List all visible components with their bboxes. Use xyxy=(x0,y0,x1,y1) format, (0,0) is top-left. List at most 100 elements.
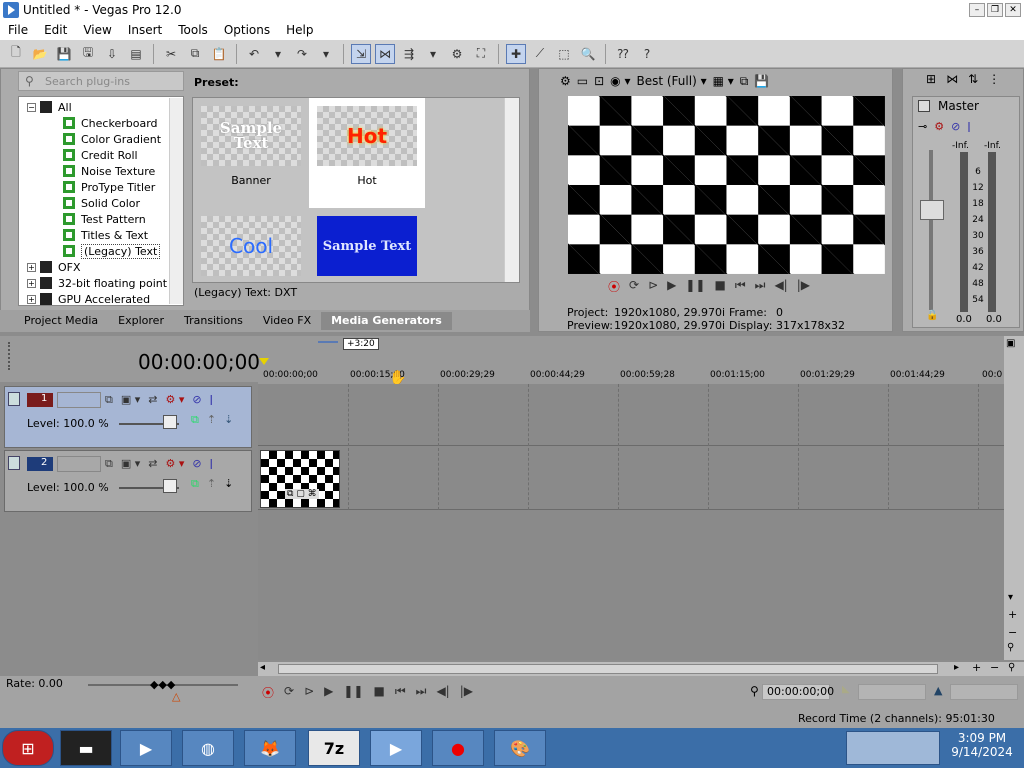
tree-item-credit-roll[interactable]: Credit Roll xyxy=(63,147,138,163)
properties-icon[interactable]: ▤ xyxy=(126,44,146,64)
level-slider-handle[interactable] xyxy=(163,479,177,493)
normal-edit-tool-icon[interactable]: ✚ xyxy=(506,43,526,64)
go-to-start-icon[interactable]: ⏮ xyxy=(735,278,746,295)
scroll-thumb[interactable] xyxy=(278,664,938,674)
tree-item-test-pattern[interactable]: Test Pattern xyxy=(63,211,146,227)
vegas-app-taskbar-icon[interactable]: ▶ xyxy=(370,730,422,766)
bus-fx-icon[interactable]: ⊸ xyxy=(918,120,927,133)
zoom-out-time-icon[interactable]: − xyxy=(990,661,999,674)
go-to-end-icon[interactable]: ⏭ xyxy=(755,278,766,295)
redo-icon[interactable]: ↷ xyxy=(292,44,312,64)
paste-icon[interactable]: 📋 xyxy=(209,44,229,64)
previous-frame-icon[interactable]: ◀| xyxy=(774,278,787,295)
zoom-out-vertical-icon[interactable]: − xyxy=(1008,626,1017,639)
ripple-edit-icon[interactable]: ⇶ xyxy=(399,44,419,64)
mute-track-icon[interactable]: ⊘ xyxy=(192,457,201,471)
undo-icon[interactable]: ↶ xyxy=(244,44,264,64)
pause-icon[interactable]: ❚❚ xyxy=(343,684,363,701)
tab-project-media[interactable]: Project Media xyxy=(14,312,108,330)
menu-help[interactable]: Help xyxy=(278,23,321,37)
zoom-in-time-icon[interactable]: + xyxy=(972,661,981,674)
master-properties-icon[interactable]: ⊞ xyxy=(926,72,936,86)
menu-file[interactable]: File xyxy=(0,23,36,37)
compositing-parent-icon[interactable]: ⧉ xyxy=(191,413,199,427)
preview-properties-icon[interactable]: ⚙ xyxy=(560,74,571,88)
composite-mode-icon[interactable]: ▣ ▾ xyxy=(121,393,140,407)
stop-icon[interactable]: ■ xyxy=(373,684,384,701)
tree-item-protype-titler[interactable]: ProType Titler xyxy=(63,179,155,195)
tree-item-titles-text[interactable]: Titles & Text xyxy=(63,227,148,243)
selection-start-field[interactable] xyxy=(858,684,926,700)
world-app-icon[interactable]: ◍ xyxy=(182,730,234,766)
recorder-app-icon[interactable]: ● xyxy=(432,730,484,766)
track-lane-2[interactable] xyxy=(258,448,1004,510)
expand-icon[interactable]: + xyxy=(27,278,36,288)
split-screen-icon[interactable]: ⊡ xyxy=(594,74,604,88)
undo-dropdown-icon[interactable]: ▾ xyxy=(268,44,288,64)
open-icon[interactable]: 📂 xyxy=(30,44,50,64)
next-frame-icon[interactable]: |▶ xyxy=(460,684,473,701)
save-as-icon[interactable]: 🖫 xyxy=(78,44,98,64)
more-icon[interactable]: ⋮ xyxy=(988,72,1000,86)
video-clip-checkerboard[interactable]: ⧉ ▢ ⌘ xyxy=(260,450,340,508)
7zip-app-icon[interactable]: 7z xyxy=(308,730,360,766)
record-icon[interactable]: ⦿ xyxy=(262,684,274,701)
tab-media-generators[interactable]: Media Generators xyxy=(321,312,452,330)
video-track-1-header[interactable]: 1 ⧉ ▣ ▾ ⇄ ⚙ ▾ ⊘ ǀ Level: 100.0 % ⧉ ⇡ ⇣ xyxy=(4,386,252,448)
tab-transitions[interactable]: Transitions xyxy=(174,312,253,330)
tree-item-color-gradient[interactable]: Color Gradient xyxy=(63,131,161,147)
redo-dropdown-icon[interactable]: ▾ xyxy=(316,44,336,64)
mute-icon[interactable]: ⊘ xyxy=(951,120,960,133)
copy-snapshot-icon[interactable]: ⧉ xyxy=(740,74,749,89)
firefox-app-icon[interactable]: 🦊 xyxy=(244,730,296,766)
panel-grip[interactable] xyxy=(8,342,12,370)
tree-item-checkerboard[interactable]: Checkerboard xyxy=(63,115,158,131)
preset-hot[interactable]: Hot Hot xyxy=(309,98,425,208)
tree-item-ofx[interactable]: + OFX xyxy=(27,259,81,275)
envelope-tool-icon[interactable]: ⟋ xyxy=(530,44,550,64)
new-project-icon[interactable]: 🗋 xyxy=(6,44,26,64)
help-icon[interactable]: ⁇ xyxy=(613,44,633,64)
scroll-right-icon[interactable]: ▸ xyxy=(954,662,959,673)
previous-frame-icon[interactable]: ◀| xyxy=(436,684,449,701)
zoom-time-icon[interactable]: ⚲ xyxy=(1008,662,1015,673)
preset-cool[interactable]: Cool xyxy=(193,208,309,318)
paint-app-icon[interactable]: 🎨 xyxy=(494,730,546,766)
play-from-start-icon[interactable]: ⊳ xyxy=(648,278,658,295)
go-to-start-icon[interactable]: ⏮ xyxy=(395,684,406,701)
clip-fx-icons[interactable]: ⧉ ▢ ⌘ xyxy=(285,489,319,499)
track-fx-icon[interactable]: ⚙ ▾ xyxy=(166,457,185,471)
make-compositing-parent-icon[interactable]: ⇣ xyxy=(224,477,233,491)
horizontal-scrollbar[interactable]: ◂ ▸ + − ⚲ xyxy=(258,661,1024,676)
tab-video-fx[interactable]: Video FX xyxy=(253,312,321,330)
copy-icon[interactable]: ⧉ xyxy=(185,44,205,64)
tree-item-noise-texture[interactable]: Noise Texture xyxy=(63,163,155,179)
close-button[interactable]: ✕ xyxy=(1005,3,1021,17)
play-icon[interactable]: ▶ xyxy=(667,278,676,295)
preview-quality-dropdown[interactable]: Best (Full) ▾ xyxy=(636,74,706,88)
maximize-button[interactable]: ❐ xyxy=(987,3,1003,17)
preset-blue[interactable]: Sample Text xyxy=(309,208,425,318)
track-motion-icon[interactable]: ⧉ xyxy=(105,457,113,471)
track-minimize-icon[interactable] xyxy=(8,392,20,406)
master-fader-handle[interactable] xyxy=(920,200,944,220)
preset-scrollbar[interactable] xyxy=(504,98,519,282)
menu-insert[interactable]: Insert xyxy=(120,23,170,37)
minimize-button[interactable]: – xyxy=(969,3,985,17)
track-fx-icon[interactable]: ⚙ ▾ xyxy=(166,393,185,407)
cut-icon[interactable]: ✂ xyxy=(161,44,181,64)
compositing-parent-icon[interactable]: ⧉ xyxy=(191,477,199,491)
timeline-ruler[interactable]: 00:00:00;00 00:00:15;00 00:00:29;29 00:0… xyxy=(258,366,1004,384)
make-compositing-child-icon[interactable]: ⇡ xyxy=(207,413,216,427)
expand-icon[interactable]: + xyxy=(27,294,36,304)
split-view-icon[interactable]: ▦ ▾ xyxy=(713,74,734,88)
tree-item-gpu-accelerated[interactable]: + GPU Accelerated xyxy=(27,291,150,305)
menu-edit[interactable]: Edit xyxy=(36,23,75,37)
bypass-fx-icon[interactable]: ⚙ xyxy=(934,120,944,133)
auto-crossfade-icon[interactable]: ⋈ xyxy=(375,43,395,64)
start-button-icon[interactable]: ⊞ xyxy=(2,730,54,766)
search-input[interactable]: ⚲ Search plug-ins xyxy=(18,71,184,91)
scroll-down-icon[interactable]: ▾ xyxy=(1008,592,1013,603)
loop-playback-icon[interactable]: ⟳ xyxy=(284,684,294,701)
overlays-icon[interactable]: ◉ ▾ xyxy=(610,74,630,88)
